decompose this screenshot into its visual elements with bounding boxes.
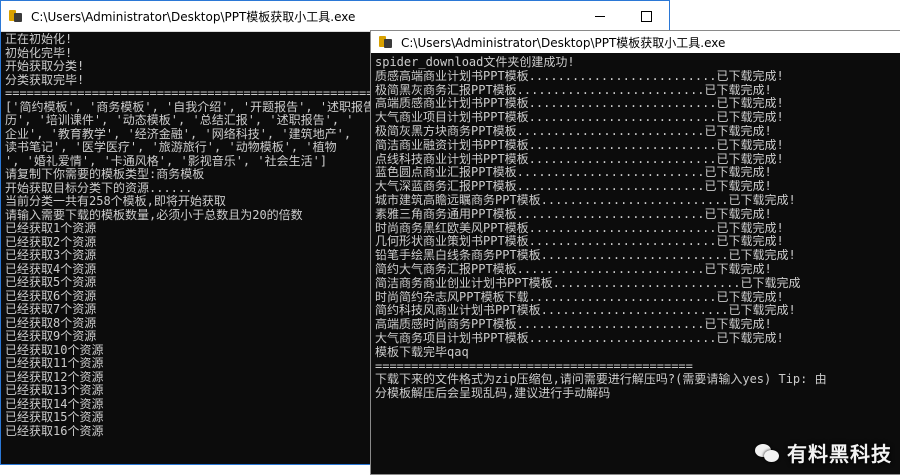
console-line: 大气商业项目计划书PPT模板..........................… <box>375 111 784 125</box>
console-line: 时尚商务黑红欧美风PPT模板..........................… <box>375 221 784 235</box>
console-line: 高端质感商业计划书PPT模板..........................… <box>375 97 784 111</box>
console-line: 简约大气商务汇报PPT模板..........................已… <box>375 262 772 276</box>
console-line: 简约科技风商业计划书PPT模板.........................… <box>375 304 796 318</box>
console-line: 时尚简约杂志风PPT模板下载..........................… <box>375 290 784 304</box>
console-window-2[interactable]: C:\Users\Administrator\Desktop\PPT模板获取小工… <box>370 30 900 475</box>
window-1-titlebar[interactable]: C:\Users\Administrator\Desktop\PPT模板获取小工… <box>1 1 669 32</box>
watermark-text: 有料黑科技 <box>787 442 892 466</box>
maximize-button[interactable] <box>623 1 669 31</box>
console-line: 极简黑灰商务汇报PPT模板..........................已… <box>375 83 772 97</box>
app-icon <box>9 9 23 23</box>
console-line: 素雅三角商务通用PPT模板..........................已… <box>375 207 772 221</box>
console-line: 极简灰黑方块商务PPT模板..........................已… <box>375 124 772 138</box>
console-line: 模板下载完毕qaq <box>375 345 469 359</box>
console-line: 大气商务项目计划书PPT模板..........................… <box>375 331 784 345</box>
console-line: 简洁商业融资计划书PPT模板..........................… <box>375 138 784 152</box>
console-line: 下载下来的文件格式为zip压缩包,请问需要进行解压吗?(需要请输入yes) Ti… <box>375 373 827 387</box>
window-2-titlebar[interactable]: C:\Users\Administrator\Desktop\PPT模板获取小工… <box>371 31 900 53</box>
window-1-controls <box>577 1 669 31</box>
minimize-icon <box>595 15 605 17</box>
window-2-title: C:\Users\Administrator\Desktop\PPT模板获取小工… <box>401 35 726 50</box>
console-line: 质感高端商业计划书PPT模板..........................… <box>375 69 784 83</box>
console-line: 分模板解压后会呈现乱码,建议进行手动解码 <box>375 387 611 401</box>
console-line: ========================================… <box>375 359 693 373</box>
window-1-title: C:\Users\Administrator\Desktop\PPT模板获取小工… <box>31 9 356 24</box>
console-output-2[interactable]: spider_download文件夹创建成功! 质感高端商业计划书PPT模板...… <box>371 53 900 401</box>
console-line: spider_download文件夹创建成功! <box>375 56 575 69</box>
app-icon <box>379 35 393 49</box>
console-line: 几何形状商业策划书PPT模板..........................… <box>375 235 784 249</box>
console-line: 大气深蓝商务汇报PPT模板..........................已… <box>375 180 772 194</box>
console-line: 铅笔手绘黑白线条商务PPT模板.........................… <box>375 249 796 263</box>
console-line: 城市建筑高瞻远瞩商务PPT模板.........................… <box>375 193 796 207</box>
console-line: 点线科技商业计划书PPT模板..........................… <box>375 152 784 166</box>
minimize-button[interactable] <box>577 1 623 31</box>
wechat-icon <box>755 442 781 464</box>
console-line: 蓝色圆点商业汇报PPT模板..........................已… <box>375 166 772 180</box>
watermark: 有料黑科技 <box>755 438 892 467</box>
console-line: 高端质感时尚商务PPT模板..........................已… <box>375 318 772 332</box>
maximize-icon <box>640 10 652 22</box>
console-line: 简洁商务商业创业计划书PPT模板........................… <box>375 276 801 290</box>
